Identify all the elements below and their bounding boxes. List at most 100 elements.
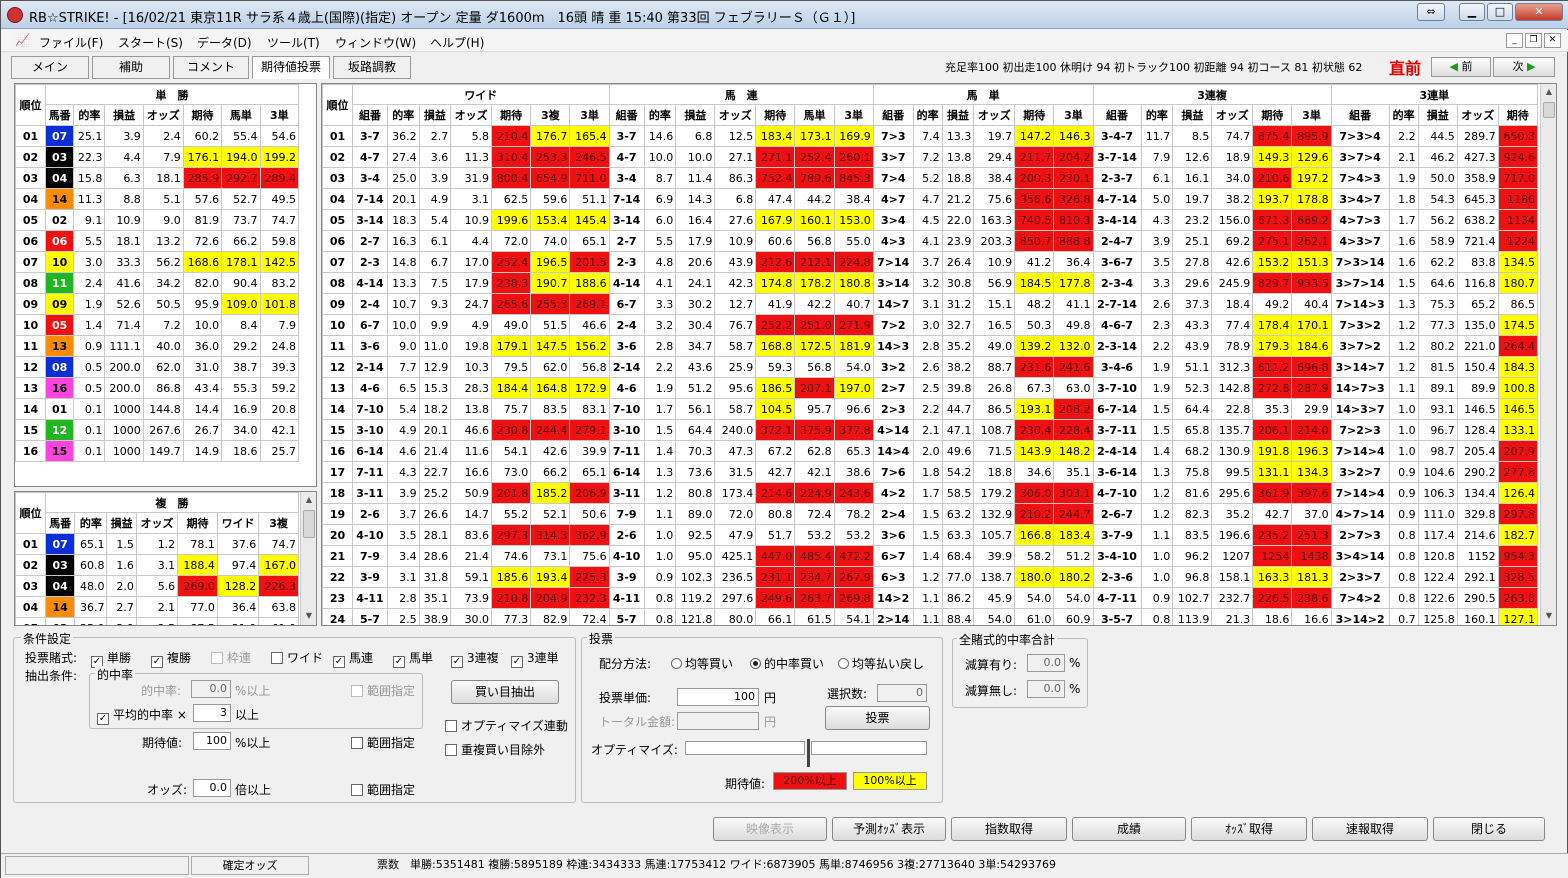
tab-hill-training[interactable]: 坂路調教	[333, 56, 411, 79]
combo-row[interactable]: 24 5-7 2.5 38.9 30.0 77.3 82.9 72.4 5-7 0.8 121.8 8…	[322, 608, 1539, 625]
scroll-up-icon[interactable]: ▲	[1541, 84, 1556, 100]
optimize-slider-left[interactable]	[685, 741, 805, 755]
bet-type-checkbox-2[interactable]: 枠連	[211, 649, 251, 666]
bet-type-checkbox-7[interactable]: ✓ 3連単	[511, 649, 559, 668]
maximize-button[interactable]: □	[1487, 3, 1513, 21]
tansho-row[interactable]: 15 12 0.1 1000 267.6 26.7 34.0 42.1	[15, 419, 300, 441]
vote-button[interactable]: 投票	[825, 706, 930, 730]
close-button[interactable]: 閉じる	[1433, 817, 1545, 841]
menu-start[interactable]: スタート(S)	[118, 34, 183, 51]
combo-row[interactable]: 10 6-7 10.0 9.9 4.9 49.0 51.5 46.6 2-4 3.2 30.4 76.…	[322, 314, 1539, 336]
scroll-down-icon[interactable]: ▼	[1541, 608, 1556, 624]
tansho-row[interactable]: 04 14 11.3 8.8 5.1 57.6 52.7 49.5	[15, 188, 300, 210]
combo-row[interactable]: 20 4-10 3.5 28.1 83.6 297.3 314.3 362.9 2-6 1.0 92…	[322, 524, 1539, 546]
combo-row[interactable]: 19 2-6 3.7 26.6 14.7 55.2 52.1 50.6 7-9 1.1 89.0 72…	[322, 503, 1539, 525]
tansho-row[interactable]: 14 01 0.1 1000 144.8 14.4 16.9 20.8	[15, 398, 300, 420]
predicted-odds-button[interactable]: 予測ｵｯｽﾞ表示	[832, 817, 946, 841]
combo-row[interactable]: 11 3-6 9.0 11.0 19.8 179.1 147.5 156.2 3-6 2.8 34.…	[322, 335, 1539, 357]
close-window-button[interactable]: ✕	[1515, 3, 1563, 21]
mdi-close-icon[interactable]: ✕	[1544, 33, 1561, 48]
combo-row[interactable]: 06 2-7 16.3 6.1 4.4 72.0 74.0 65.1 2-7 5.5 17.9 10.…	[322, 230, 1539, 252]
optimize-slider-right[interactable]	[811, 741, 927, 755]
combo-row[interactable]: 02 4-7 27.4 3.6 11.3 310.4 253.3 246.5 4-7 10.0 10…	[322, 146, 1539, 168]
dist-hitrate-radio[interactable]: 的中率買い	[750, 655, 824, 672]
menu-window[interactable]: ウィンドウ(W)	[335, 34, 416, 51]
tansho-row[interactable]: 09 09 1.9 52.6 50.5 95.9 109.0 101.8	[15, 293, 300, 315]
odds-range-checkbox[interactable]: 範囲指定	[351, 781, 415, 798]
tab-main[interactable]: メイン	[11, 56, 89, 79]
combo-row[interactable]: 03 3-4 25.0 3.9 31.9 800.4 654.9 711.0 3-4 8.7 11.…	[322, 167, 1539, 189]
dist-equal-payout-radio[interactable]: 均等払い戻し	[838, 655, 924, 672]
next-race-button[interactable]: 次 ▶	[1493, 57, 1555, 77]
fukusho-row[interactable]: 050235.02.92.587.531.061.0	[15, 617, 299, 625]
optimize-slider-handle[interactable]	[807, 739, 810, 767]
hit-rate-input[interactable]: 0.0	[191, 680, 231, 698]
fetch-odds-button[interactable]: ｵｯｽﾞ取得	[1191, 817, 1307, 841]
tansho-row[interactable]: 13 16 0.5 200.0 86.8 43.4 55.3 59.2	[15, 377, 300, 399]
dup-exclude-checkbox[interactable]: 重複買い目除外	[445, 741, 545, 758]
combo-row[interactable]: 14 7-10 5.4 18.2 13.8 75.7 83.5 83.1 7-10 1.7 56.1…	[322, 398, 1539, 420]
combo-row[interactable]: 01 3-7 36.2 2.7 5.8 210.4 176.7 165.4 3-7 14.6 6.8…	[322, 125, 1539, 147]
fukusho-row[interactable]: 01 07 65.1 1.5 1.2 78.1 37.6 74.7	[15, 533, 299, 555]
fukusho-row[interactable]: 03 04 48.0 2.0 5.6 269.0 128.2 226.3	[15, 575, 299, 597]
bet-type-checkbox-5[interactable]: ✓ 馬単	[393, 649, 433, 668]
mdi-restore-icon[interactable]: ❐	[1525, 33, 1542, 48]
combo-row[interactable]: 12 2-14 7.7 12.9 10.3 79.5 62.0 56.8 2-14 2.2 43.6…	[322, 356, 1539, 378]
video-button[interactable]: 映像表示	[713, 817, 827, 841]
ev-input[interactable]: 100	[193, 732, 231, 750]
combo-row[interactable]: 16 6-14 4.6 21.4 11.6 54.1 42.6 39.9 7-11 1.4 70.3…	[322, 440, 1539, 462]
scroll-down-icon[interactable]: ▼	[301, 608, 316, 624]
combo-row[interactable]: 08 4-14 13.3 7.5 17.9 238.3 190.7 188.6 4-14 4.1 2…	[322, 272, 1539, 294]
scroll-up-icon[interactable]: ▲	[301, 492, 316, 508]
avg-hit-input[interactable]: 3	[193, 704, 231, 722]
combo-row[interactable]: 07 2-3 14.8 6.7 17.0 252.4 196.5 201.5 2-3 4.8 20.…	[322, 251, 1539, 273]
tansho-row[interactable]: 10 05 1.4 71.4 7.2 10.0 8.4 7.9	[15, 314, 300, 336]
combo-row[interactable]: 17 7-11 4.3 22.7 16.6 73.0 66.2 65.1 6-14 1.3 73.6…	[322, 461, 1539, 483]
scroll-thumb[interactable]	[1543, 102, 1555, 118]
ev-range-checkbox[interactable]: 範囲指定	[351, 734, 415, 751]
combo-row[interactable]: 21 7-9 3.4 28.6 21.4 74.6 73.1 75.6 4-10 1.0 95.0 4…	[322, 545, 1539, 567]
tab-support[interactable]: 補助	[92, 56, 170, 79]
tansho-row[interactable]: 06 06 5.5 18.1 13.2 72.6 66.2 59.8	[15, 230, 300, 252]
menu-file[interactable]: ファイル(F)	[39, 34, 103, 51]
mdi-minimize-icon[interactable]: _	[1506, 33, 1523, 48]
unit-price-input[interactable]: 100	[677, 688, 759, 706]
tansho-row[interactable]: 16 15 0.1 1000 149.7 14.9 18.6 25.7	[15, 440, 300, 462]
tansho-row[interactable]: 01 07 25.1 3.9 2.4 60.2 55.4 54.6	[15, 125, 300, 147]
combo-row[interactable]: 13 4-6 6.5 15.3 28.3 184.4 164.8 172.9 4-6 1.9 51.…	[322, 377, 1539, 399]
fukusho-row[interactable]: 04 14 36.7 2.7 2.1 77.0 36.4 63.8	[15, 596, 299, 618]
prev-race-button[interactable]: ◀ 前	[1431, 57, 1491, 77]
optimize-link-checkbox[interactable]: オプティマイズ連動	[445, 717, 568, 734]
combo-row[interactable]: 23 4-11 2.8 35.1 73.9 210.8 204.9 232.3 4-11 0.8 1…	[322, 587, 1539, 609]
tansho-row[interactable]: 05 02 9.1 10.9 9.0 81.9 73.7 74.7	[15, 209, 300, 231]
combo-row[interactable]: 05 3-14 18.3 5.4 10.9 199.6 153.4 145.4 3-14 6.0 1…	[322, 209, 1539, 231]
menu-help[interactable]: ヘルプ(H)	[430, 34, 484, 51]
tansho-row[interactable]: 11 13 0.9 111.1 40.0 36.0 29.2 24.8	[15, 335, 300, 357]
combo-row[interactable]: 09 2-4 10.7 9.3 24.7 265.6 255.3 269.1 6-7 3.3 30.…	[322, 293, 1539, 315]
combo-row[interactable]: 22 3-9 3.1 31.8 59.1 185.6 193.4 225.3 3-9 0.9 102…	[322, 566, 1539, 588]
tansho-row[interactable]: 07 10 3.0 33.3 56.2 168.6 178.1 142.5	[15, 251, 300, 273]
tansho-row[interactable]: 12 08 0.5 200.0 62.0 31.0 38.7 39.3	[15, 356, 300, 378]
bet-type-checkbox-1[interactable]: ✓ 複勝	[151, 649, 191, 668]
extract-button[interactable]: 買い目抽出	[451, 680, 559, 704]
tab-ev-voting[interactable]: 期待値投票	[252, 56, 330, 79]
combo-row[interactable]: 18 3-11 3.9 25.2 50.9 201.8 185.2 206.9 3-11 1.2 8…	[322, 482, 1539, 504]
combo-row[interactable]: 15 3-10 4.9 20.1 46.6 230.8 244.4 279.1 3-10 1.5 6…	[322, 419, 1539, 441]
odds-input[interactable]: 0.0	[193, 779, 231, 797]
tansho-row[interactable]: 02 03 22.3 4.4 7.9 176.1 194.0 199.2	[15, 146, 300, 168]
fetch-news-button[interactable]: 速報取得	[1312, 817, 1428, 841]
scroll-thumb[interactable]	[303, 510, 315, 538]
dist-equal-radio[interactable]: 均等買い	[671, 655, 733, 672]
tansho-row[interactable]: 03 04 15.8 6.3 18.1 285.9 292.7 289.4	[15, 167, 300, 189]
avg-hit-checkbox[interactable]: ✓ 平均的中率 ×	[97, 706, 187, 725]
combo-row[interactable]: 04 7-14 20.1 4.9 3.1 62.5 59.6 51.1 7-14 6.9 14.3 6…	[322, 188, 1539, 210]
menu-data[interactable]: データ(D)	[197, 34, 252, 51]
menu-tools[interactable]: ツール(T)	[267, 34, 320, 51]
results-button[interactable]: 成績	[1072, 817, 1186, 841]
fukusho-scrollbar[interactable]: ▲ ▼	[300, 492, 316, 625]
hit-rate-range-checkbox[interactable]: 範囲指定	[351, 682, 415, 699]
fetch-index-button[interactable]: 指数取得	[951, 817, 1067, 841]
bet-type-checkbox-4[interactable]: ✓ 馬連	[333, 649, 373, 668]
minimize-button[interactable]: ▁	[1459, 3, 1485, 21]
tab-comment[interactable]: コメント	[173, 56, 249, 79]
